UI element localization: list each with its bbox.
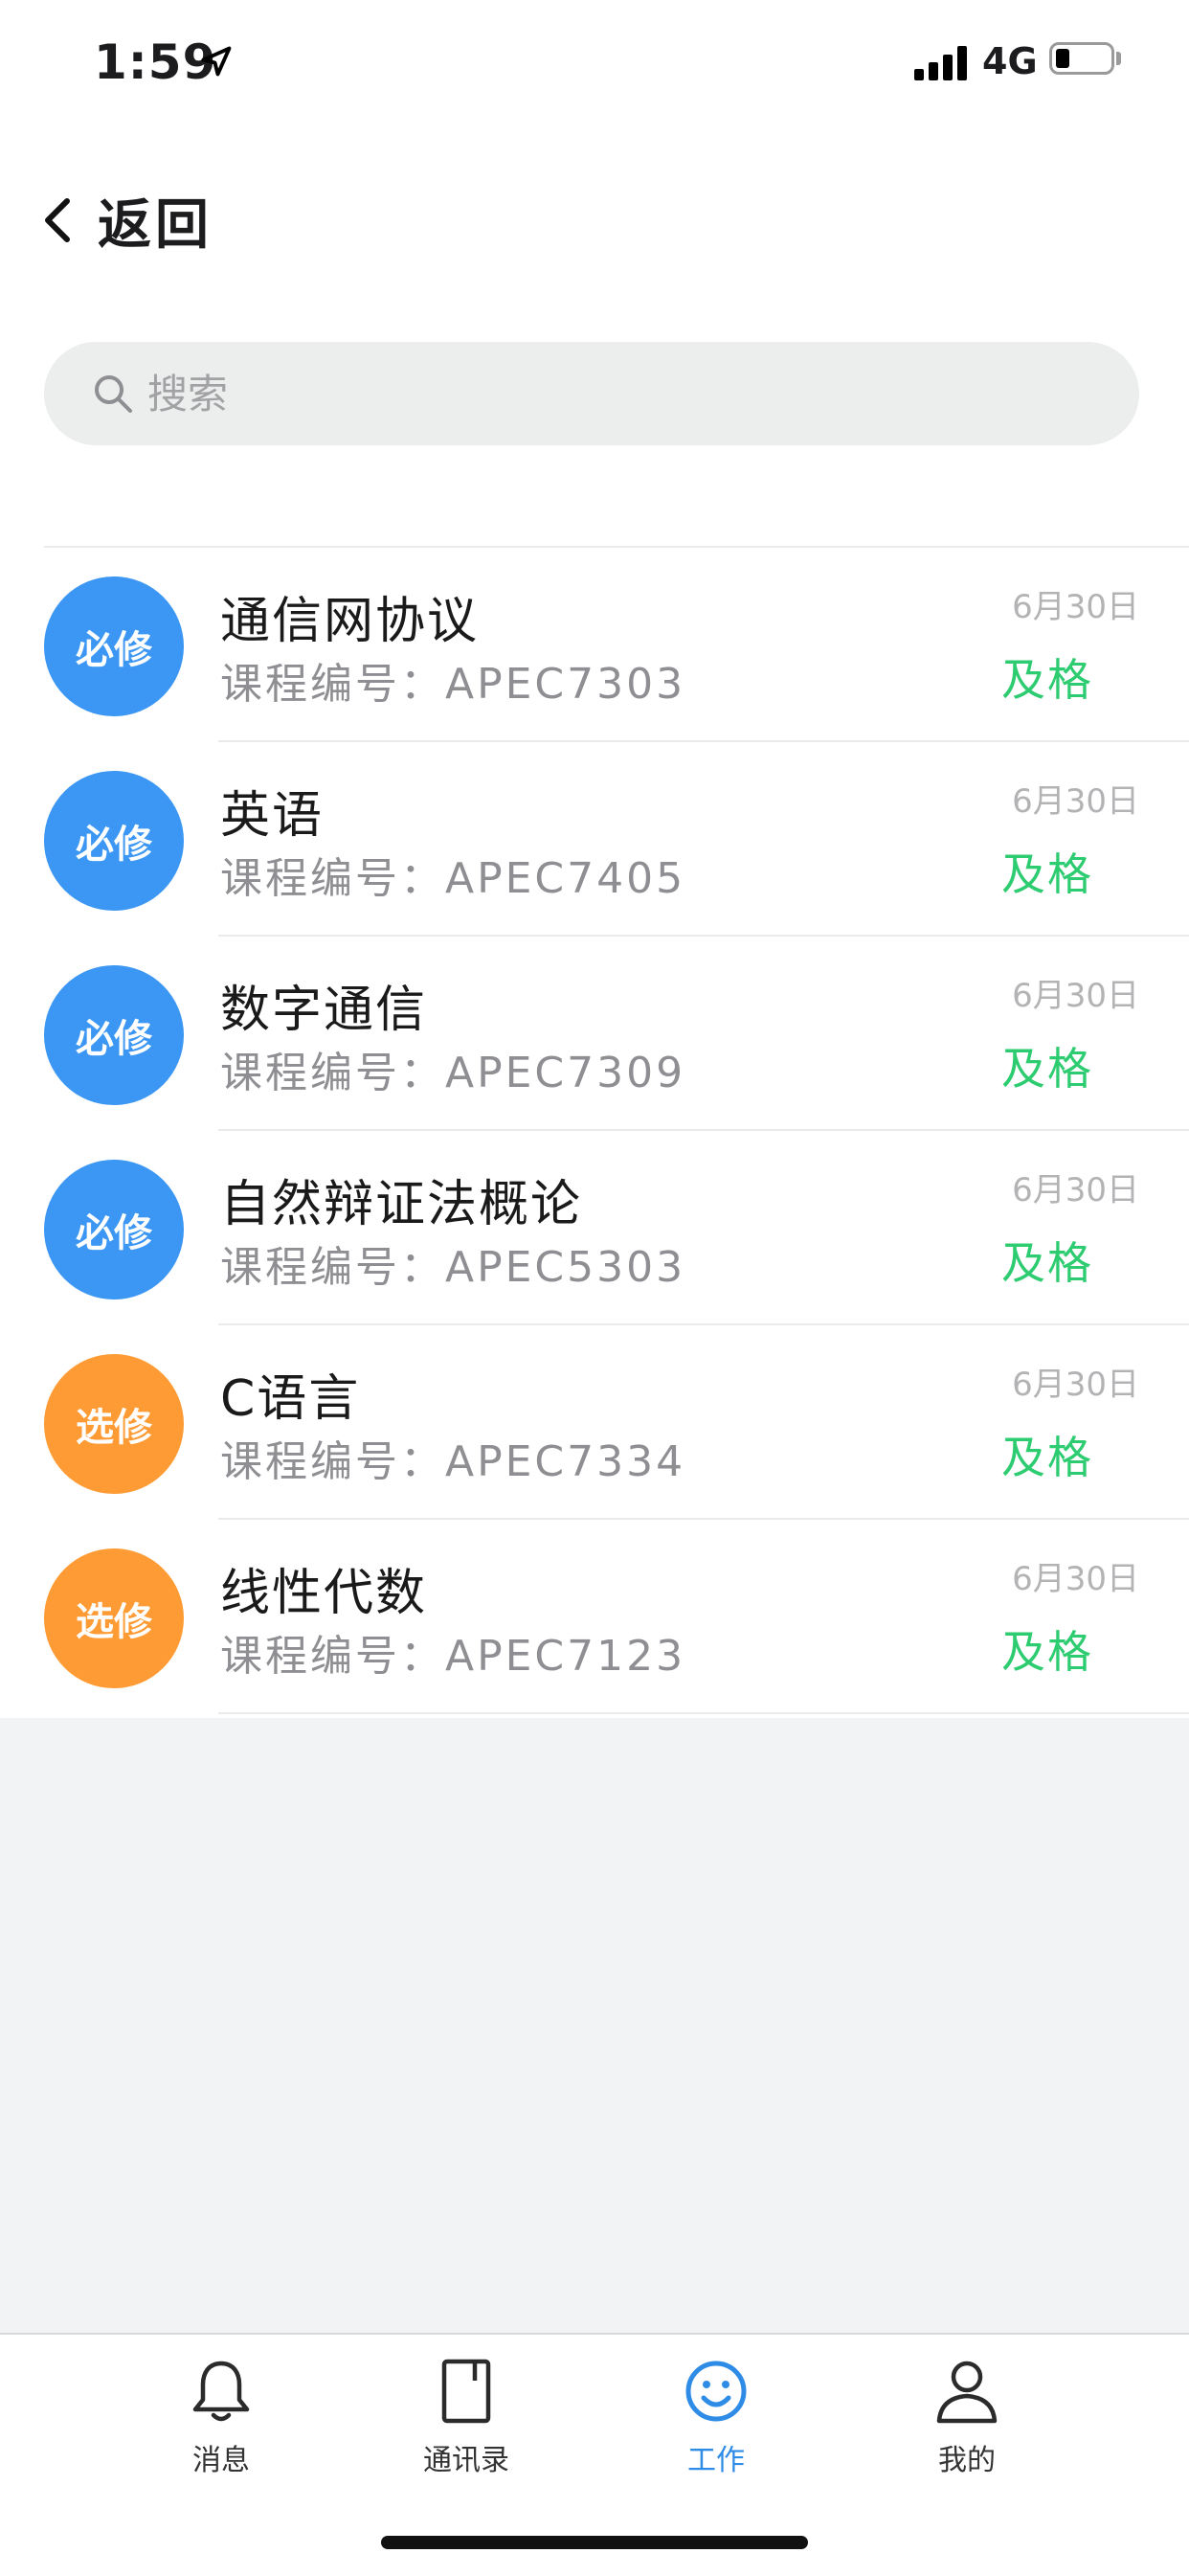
divider: [218, 1129, 1189, 1131]
search-icon: [95, 375, 132, 413]
list-item[interactable]: 选修 线性代数 课程编号：APEC7123 6月30日 及格: [0, 1518, 1189, 1714]
course-name: 英语: [220, 787, 325, 845]
search-bar[interactable]: [44, 342, 1139, 445]
battery-tip: [1116, 52, 1121, 65]
course-type-badge: 选修: [44, 1548, 184, 1688]
course-date: 6月30日: [1012, 588, 1139, 626]
course-result: 及格: [1001, 848, 1093, 900]
smiley-icon: [685, 2361, 747, 2422]
list-item[interactable]: 必修 自然辩证法概论 课程编号：APEC5303 6月30日 及格: [0, 1129, 1189, 1323]
course-type-badge: 选修: [44, 1354, 184, 1494]
course-date: 6月30日: [1012, 977, 1139, 1015]
tab-work[interactable]: 工作: [635, 2356, 797, 2478]
course-date: 6月30日: [1012, 1560, 1139, 1598]
course-code: 课程编号：APEC7123: [220, 1632, 686, 1681]
course-code: 课程编号：APEC7309: [220, 1049, 686, 1097]
back-button[interactable]: 返回: [36, 182, 213, 259]
divider: [44, 546, 1189, 548]
tab-contacts[interactable]: 通讯录: [385, 2356, 548, 2478]
network-type: 4G: [982, 40, 1038, 82]
user-icon: [936, 2361, 998, 2424]
tab-label: 我的: [938, 2444, 996, 2477]
tab-mine[interactable]: 我的: [886, 2356, 1048, 2478]
list-item[interactable]: 必修 通信网协议 课程编号：APEC7303 6月30日 及格: [0, 546, 1189, 740]
location-arrow-icon: [201, 46, 232, 77]
course-name: 通信网协议: [220, 593, 480, 650]
list-item[interactable]: 选修 C语言 课程编号：APEC7334 6月30日 及格: [0, 1323, 1189, 1518]
course-type-badge: 必修: [44, 576, 184, 716]
course-result: 及格: [1001, 654, 1093, 706]
divider: [218, 740, 1189, 742]
course-code: 课程编号：APEC7405: [220, 854, 686, 903]
course-type-badge: 必修: [44, 771, 184, 911]
course-result: 及格: [1001, 1432, 1093, 1483]
course-result: 及格: [1001, 1237, 1093, 1289]
course-type-badge: 必修: [44, 1160, 184, 1299]
tab-messages[interactable]: 消息: [140, 2356, 303, 2478]
divider: [218, 1518, 1189, 1520]
course-name: C语言: [220, 1370, 361, 1428]
course-date: 6月30日: [1012, 1366, 1139, 1404]
cellular-signal-icon: [914, 44, 968, 80]
course-code: 课程编号：APEC7334: [220, 1437, 686, 1486]
search-input[interactable]: [146, 369, 1011, 418]
course-code: 课程编号：APEC5303: [220, 1243, 686, 1292]
course-code: 课程编号：APEC7303: [220, 660, 686, 709]
back-label: 返回: [98, 193, 213, 257]
tab-label: 通讯录: [423, 2444, 509, 2477]
divider: [218, 1712, 1189, 1714]
course-result: 及格: [1001, 1626, 1093, 1678]
tab-label: 消息: [192, 2444, 250, 2477]
bell-icon: [192, 2361, 250, 2422]
list-item[interactable]: 必修 数字通信 课程编号：APEC7309 6月30日 及格: [0, 935, 1189, 1129]
course-date: 6月30日: [1012, 1171, 1139, 1209]
battery-icon: [1049, 42, 1114, 75]
course-type-badge: 必修: [44, 965, 184, 1105]
chevron-left-icon: [45, 198, 70, 242]
home-indicator: [381, 2536, 808, 2549]
course-result: 及格: [1001, 1043, 1093, 1095]
divider: [218, 935, 1189, 937]
contacts-book-icon: [441, 2359, 491, 2424]
list-item[interactable]: 必修 英语 课程编号：APEC7405 6月30日 及格: [0, 740, 1189, 935]
tab-label: 工作: [687, 2444, 745, 2477]
course-name: 线性代数: [220, 1565, 428, 1622]
divider: [218, 1323, 1189, 1325]
course-name: 自然辩证法概论: [220, 1176, 583, 1233]
course-date: 6月30日: [1012, 782, 1139, 821]
course-name: 数字通信: [220, 982, 428, 1039]
course-list: 必修 通信网协议 课程编号：APEC7303 6月30日 及格 必修 英语 课程…: [0, 546, 1189, 1714]
